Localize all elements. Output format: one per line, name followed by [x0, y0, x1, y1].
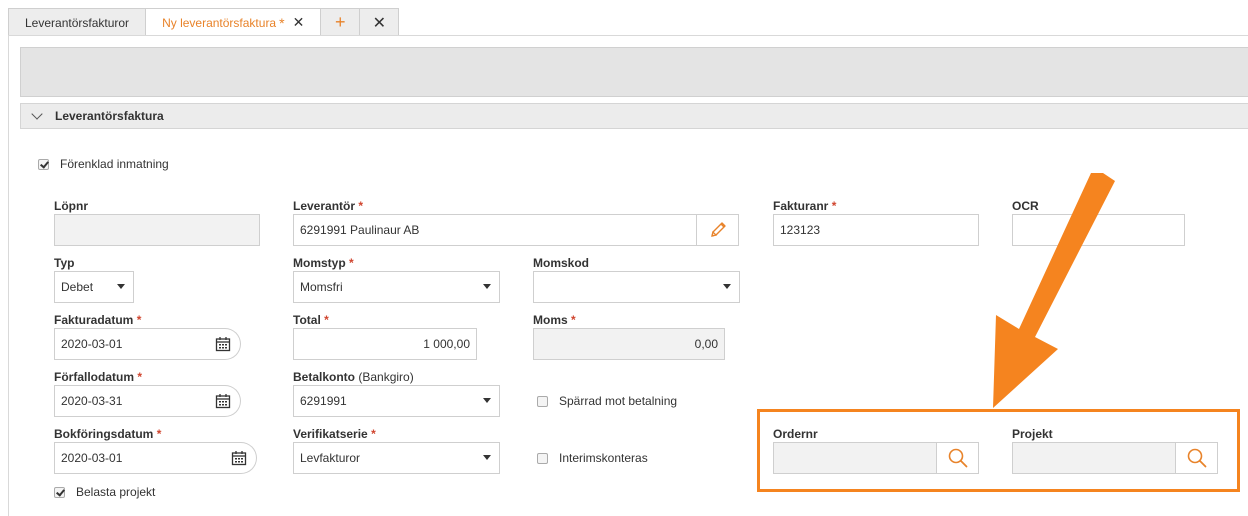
- checkbox-label: Förenklad inmatning: [60, 157, 169, 171]
- close-icon: ✕: [372, 14, 386, 32]
- sparrad-checkbox[interactable]: Spärrad mot betalning: [537, 394, 677, 408]
- add-tab-button[interactable]: +: [320, 8, 361, 36]
- momstyp-select[interactable]: Momsfri: [293, 271, 500, 303]
- chevron-down-icon: [117, 284, 125, 289]
- typ-select[interactable]: Debet: [54, 271, 134, 303]
- checkbox-box[interactable]: [38, 158, 49, 170]
- lopnr-field: [54, 214, 260, 246]
- tab-leverantorsfakturor[interactable]: Leverantörsfakturor: [8, 8, 147, 36]
- total-label: Total *: [293, 313, 329, 327]
- lopnr-label: Löpnr: [54, 199, 88, 213]
- chevron-down-icon: [483, 284, 491, 289]
- fakturanr-label: Fakturanr *: [773, 199, 837, 213]
- tab-label: Ny leverantörsfaktura: [162, 15, 277, 30]
- tab-ny-leverantorsfaktura[interactable]: Ny leverantörsfaktura * ✕: [145, 8, 322, 36]
- close-tab-icon[interactable]: ✕: [293, 14, 305, 31]
- betalkonto-select[interactable]: 6291991: [293, 385, 500, 417]
- fakturadatum-calendar-button[interactable]: [205, 328, 241, 360]
- checkbox-label: Belasta projekt: [76, 485, 156, 499]
- fakturadatum-input[interactable]: 2020-03-01: [54, 328, 206, 360]
- calendar-icon: [231, 451, 246, 466]
- unsaved-indicator: *: [279, 14, 285, 31]
- tab-divider: [8, 35, 1248, 36]
- bokforingsdatum-label: Bokföringsdatum *: [54, 427, 162, 441]
- checkbox-label: Spärrad mot betalning: [559, 394, 678, 408]
- forfallodatum-calendar-button[interactable]: [205, 385, 241, 417]
- forfallodatum-label: Förfallodatum *: [54, 370, 143, 384]
- momskod-label: Momskod: [533, 256, 590, 270]
- chevron-down-icon: [723, 284, 731, 289]
- ordernr-search-button[interactable]: [936, 443, 978, 473]
- tab-label: Leverantörsfakturor: [25, 15, 130, 30]
- betalkonto-label: Betalkonto (Bankgiro): [293, 370, 414, 384]
- forfallodatum-input[interactable]: 2020-03-31: [54, 385, 206, 417]
- projekt-search-button[interactable]: [1175, 443, 1217, 473]
- chevron-down-icon: [31, 108, 43, 120]
- simplified-input-checkbox[interactable]: Förenklad inmatning: [38, 157, 169, 171]
- total-input[interactable]: 1 000,00: [293, 328, 477, 360]
- momstyp-label: Momstyp *: [293, 256, 354, 270]
- fakturanr-field[interactable]: 123123: [773, 214, 979, 246]
- momskod-select[interactable]: [533, 271, 740, 303]
- checkbox-box[interactable]: [537, 452, 548, 464]
- chevron-down-icon: [483, 455, 491, 460]
- verifikatserie-select[interactable]: Levfakturor: [293, 442, 500, 474]
- typ-label: Typ: [54, 256, 75, 270]
- projekt-label: Projekt: [1012, 427, 1053, 441]
- bokforingsdatum-calendar-button[interactable]: [221, 442, 257, 474]
- ordernr-label: Ordernr: [773, 427, 818, 441]
- checkbox-label: Interimskonteras: [559, 451, 648, 465]
- projekt-input[interactable]: [1012, 442, 1218, 474]
- arrow-annotation-icon: [993, 173, 1115, 408]
- toolbar-area: [20, 47, 1248, 97]
- plus-icon: +: [335, 12, 346, 32]
- calendar-icon: [215, 337, 230, 352]
- belasta-projekt-checkbox[interactable]: Belasta projekt: [54, 485, 155, 499]
- bokforingsdatum-input[interactable]: 2020-03-01: [54, 442, 222, 474]
- calendar-icon: [215, 394, 230, 409]
- close-all-tabs-button[interactable]: ✕: [359, 8, 400, 36]
- verifikatserie-label: Verifikatserie *: [293, 427, 376, 441]
- leverantor-value: 6291991 Paulinaur AB: [300, 223, 420, 237]
- section-title: Leverantörsfaktura: [55, 109, 164, 123]
- moms-label: Moms *: [533, 313, 576, 327]
- moms-input: 0,00: [533, 328, 725, 360]
- pencil-icon: [710, 222, 726, 237]
- interimskonteras-checkbox[interactable]: Interimskonteras: [537, 451, 648, 465]
- chevron-down-icon: [483, 398, 491, 403]
- edit-supplier-button[interactable]: [696, 215, 738, 245]
- content-border: [8, 36, 9, 516]
- checkbox-box[interactable]: [54, 486, 65, 498]
- section-header[interactable]: Leverantörsfaktura: [20, 103, 1248, 129]
- ordernr-input[interactable]: [773, 442, 979, 474]
- checkbox-box[interactable]: [537, 395, 548, 407]
- leverantor-field[interactable]: 6291991 Paulinaur AB: [293, 214, 739, 246]
- leverantor-label: Leverantör *: [293, 199, 364, 213]
- search-icon: [1187, 448, 1206, 468]
- tab-bar: Leverantörsfakturor Ny leverantörsfaktur…: [8, 8, 400, 36]
- search-icon: [948, 448, 967, 468]
- fakturadatum-label: Fakturadatum *: [54, 313, 142, 327]
